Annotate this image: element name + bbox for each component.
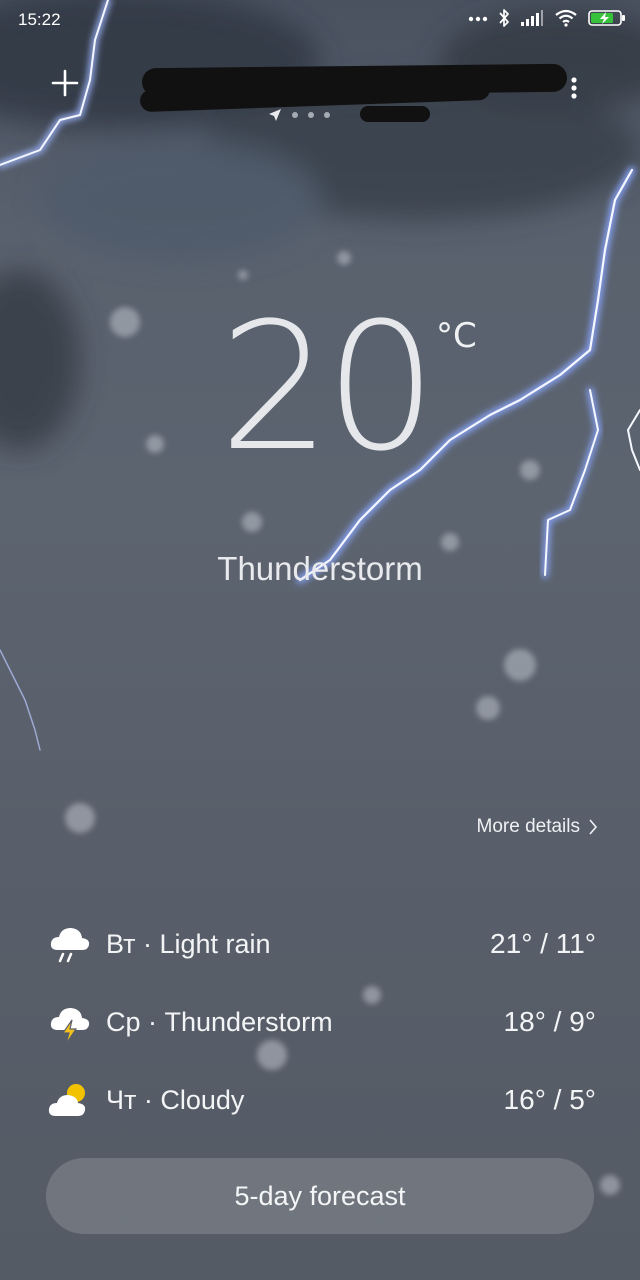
- page-indicator: [268, 108, 330, 122]
- five-day-forecast-button[interactable]: 5-day forecast: [46, 1158, 594, 1234]
- current-condition: Thunderstorm: [217, 550, 423, 587]
- signal-icon: [521, 10, 543, 26]
- thunder-cloud-icon: [50, 1008, 90, 1045]
- more-details-label: More details: [476, 816, 581, 837]
- header: [0, 58, 640, 128]
- current-temperature: 20: [219, 285, 437, 490]
- forecast-row[interactable]: Вт · Light rain 21° / 11°: [46, 905, 596, 983]
- forecast-label: Чт · Cloudy: [106, 1084, 245, 1115]
- more-dots-icon: [468, 16, 488, 22]
- forecast-list: Вт · Light rain 21° / 11° Ср · Thunderst…: [46, 905, 596, 1139]
- location-arrow-icon: [269, 109, 281, 121]
- battery-charging-icon: [588, 10, 625, 26]
- page-dot: [308, 112, 314, 118]
- chevron-right-icon: [589, 819, 598, 835]
- bluetooth-icon: [499, 9, 509, 27]
- forecast-row[interactable]: Чт · Cloudy 16° / 5°: [46, 1061, 596, 1139]
- page-dot: [292, 112, 298, 118]
- partly-cloudy-icon: [48, 1084, 86, 1116]
- forecast-label: Ср · Thunderstorm: [106, 1006, 333, 1037]
- forecast-row[interactable]: Ср · Thunderstorm 18° / 9°: [46, 983, 596, 1061]
- forecast-temps: 21° / 11°: [490, 928, 596, 959]
- forecast-label: Вт · Light rain: [106, 928, 271, 959]
- more-vert-icon[interactable]: [562, 66, 586, 106]
- plus-icon[interactable]: [48, 66, 82, 100]
- temperature-unit: °C: [436, 316, 477, 356]
- wifi-icon: [555, 9, 577, 27]
- rain-cloud-icon: [50, 928, 90, 963]
- status-bar: 15:22: [0, 0, 640, 40]
- forecast-temps: 16° / 5°: [503, 1084, 596, 1115]
- page-dot: [324, 112, 330, 118]
- status-icons: [468, 8, 626, 28]
- more-details-link[interactable]: More details: [477, 816, 599, 838]
- status-time: 15:22: [18, 10, 61, 29]
- redaction-mark: [360, 106, 430, 122]
- forecast-temps: 18° / 9°: [503, 1006, 596, 1037]
